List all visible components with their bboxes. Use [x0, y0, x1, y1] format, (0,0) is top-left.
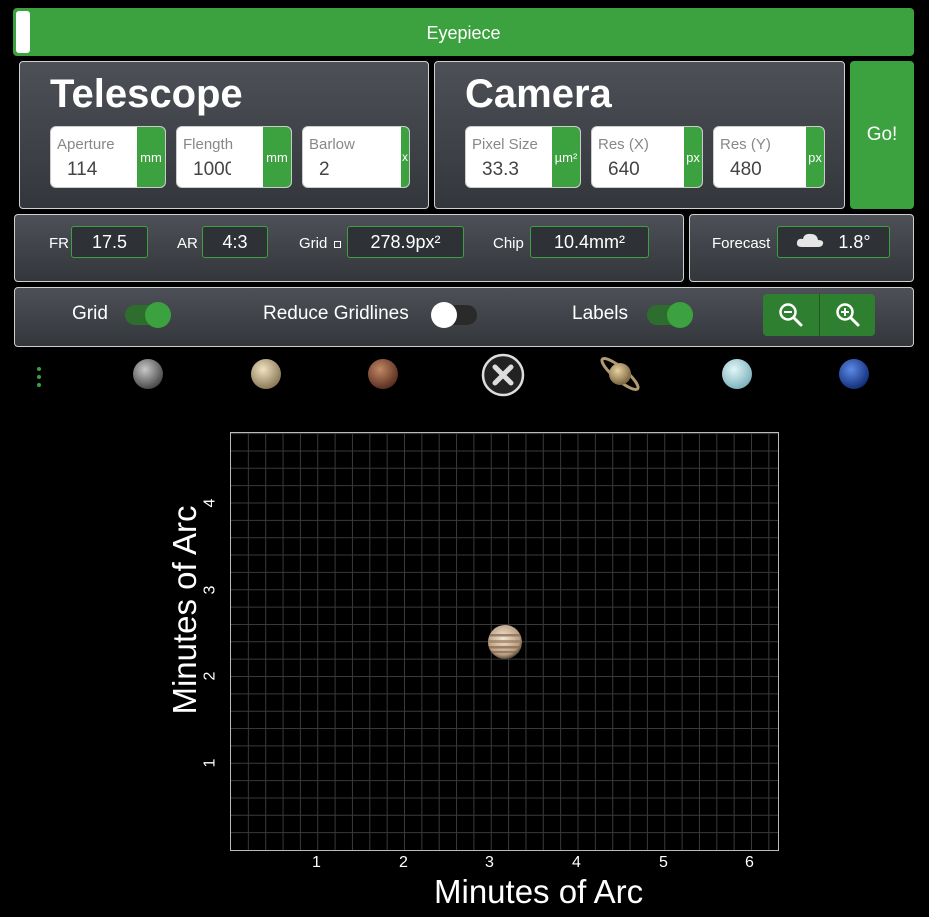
barlow-value[interactable]: 2: [319, 159, 379, 181]
labels-toggle[interactable]: [647, 302, 693, 328]
x-axis-title: Minutes of Arc: [434, 873, 644, 910]
aperture-unit: mm: [137, 127, 165, 187]
telescope-title: Telescope: [50, 72, 243, 116]
labels-toggle-knob: [667, 302, 693, 328]
pixel-size-label: Pixel Size: [472, 136, 538, 153]
mode-toggle-bar[interactable]: Eyepiece: [13, 8, 914, 56]
grid-toggle-label: Grid: [72, 303, 108, 324]
go-button[interactable]: Go!: [850, 61, 914, 209]
zoom-button-group: [763, 294, 875, 336]
neptune-icon[interactable]: [838, 358, 870, 395]
camera-title: Camera: [465, 72, 612, 116]
y-tick: 1: [201, 758, 219, 768]
x-tick: 5: [659, 854, 668, 871]
jupiter-selected-close-icon[interactable]: [481, 353, 525, 402]
res-y-unit: px: [806, 127, 824, 187]
reduce-gridlines-label: Reduce Gridlines: [263, 303, 409, 324]
forecast-label: Forecast: [712, 235, 771, 252]
field-of-view-plot[interactable]: [230, 432, 779, 851]
zoom-in-button[interactable]: [819, 294, 875, 336]
focal-length-field[interactable]: Flength 1000 mm: [176, 126, 292, 188]
x-tick: 2: [399, 854, 408, 871]
cloud-icon: [796, 232, 824, 253]
aperture-value[interactable]: 114: [67, 159, 137, 181]
res-x-field[interactable]: Res (X) 640 px: [591, 126, 703, 188]
forecast-value: 1.8°: [838, 231, 871, 252]
res-x-unit: px: [684, 127, 702, 187]
x-tick: 1: [312, 854, 321, 871]
square-icon: [333, 240, 341, 248]
pixel-size-value[interactable]: 33.3: [482, 159, 552, 181]
y-tick: 2: [201, 671, 219, 681]
barlow-unit: x: [401, 127, 409, 187]
focal-length-unit: mm: [263, 127, 291, 187]
res-y-label: Res (Y): [720, 136, 771, 153]
chip-label: Chip: [493, 235, 524, 252]
y-axis-title: Minutes of Arc: [166, 505, 203, 715]
stats-panel: FR 17.5 AR 4:3 Grid 278.9px² Chip 10.4mm…: [14, 214, 684, 282]
pixel-size-unit: µm²: [552, 127, 580, 187]
res-x-label: Res (X): [598, 136, 649, 153]
chip-value: 10.4mm²: [530, 226, 649, 258]
zoom-out-button[interactable]: [763, 294, 819, 336]
focal-length-value[interactable]: 1000: [193, 159, 231, 181]
x-tick: 4: [572, 854, 581, 871]
pixel-size-field[interactable]: Pixel Size 33.3 µm²: [465, 126, 581, 188]
more-menu-icon[interactable]: [34, 366, 44, 388]
y-tick: 4: [201, 498, 219, 508]
reduce-gridlines-knob: [431, 302, 457, 328]
mercury-icon[interactable]: [132, 358, 164, 395]
grid-toggle-knob: [145, 302, 171, 328]
zoom-in-icon: [835, 303, 859, 327]
aperture-label: Aperture: [57, 136, 115, 153]
focal-length-label: Flength: [183, 136, 234, 153]
aperture-field[interactable]: Aperture 114 mm: [50, 126, 166, 188]
reduce-gridlines-toggle[interactable]: [431, 302, 477, 328]
res-y-value[interactable]: 480: [730, 159, 800, 181]
grid-toggle[interactable]: [125, 302, 171, 328]
grid-size-label-text: Grid: [299, 235, 328, 252]
mode-label: Eyepiece: [426, 23, 501, 43]
barlow-label: Barlow: [309, 136, 355, 153]
x-tick: 3: [485, 854, 494, 871]
zoom-out-icon: [779, 303, 803, 327]
forecast-panel: Forecast 1.8°: [689, 214, 914, 282]
res-x-value[interactable]: 640: [608, 159, 678, 181]
res-y-field[interactable]: Res (Y) 480 px: [713, 126, 825, 188]
saturn-icon[interactable]: [596, 351, 644, 402]
labels-toggle-label: Labels: [572, 303, 628, 324]
ar-label: AR: [177, 235, 198, 252]
x-tick: 6: [745, 854, 754, 871]
grid-size-label: Grid: [299, 235, 341, 252]
venus-icon[interactable]: [250, 358, 282, 395]
camera-panel: Camera Pixel Size 33.3 µm² Res (X) 640 p…: [434, 61, 845, 209]
forecast-value-box: 1.8°: [777, 226, 890, 258]
y-tick: 3: [201, 585, 219, 595]
grid-size-value: 278.9px²: [347, 226, 464, 258]
uranus-icon[interactable]: [721, 358, 753, 395]
telescope-panel: Telescope Aperture 114 mm Flength 1000 m…: [19, 61, 429, 209]
mars-icon[interactable]: [367, 358, 399, 395]
ar-value: 4:3: [202, 226, 268, 258]
jupiter-image: [487, 624, 523, 665]
barlow-field[interactable]: Barlow 2 x: [302, 126, 410, 188]
fr-value: 17.5: [71, 226, 148, 258]
fr-label: FR: [49, 235, 69, 252]
